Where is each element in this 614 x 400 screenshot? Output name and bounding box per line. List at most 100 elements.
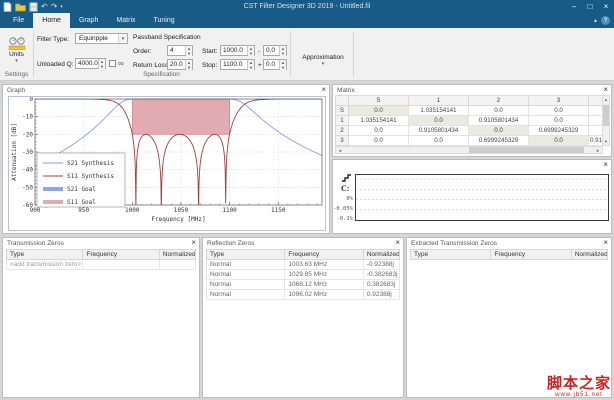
- spin-down-icon[interactable]: ▼: [280, 51, 286, 56]
- column-header[interactable]: Normalized: [363, 250, 399, 260]
- legend: S21 SynthesisS11 SynthesisS21 GoalS11 Go…: [37, 153, 125, 207]
- matrix-horizontal-scrollbar[interactable]: ◄►: [335, 146, 603, 154]
- order-label: Order:: [133, 48, 151, 55]
- approximation-button[interactable]: Approximation ▾: [294, 30, 352, 71]
- start-spinner[interactable]: 1000.0▲▼: [220, 45, 255, 56]
- matrix-panel-close-icon[interactable]: ×: [603, 85, 608, 95]
- matrix-vertical-scrollbar[interactable]: ▲▼: [602, 95, 610, 146]
- tab-graph[interactable]: Graph: [70, 13, 107, 28]
- column-header[interactable]: Normalized: [159, 250, 195, 260]
- column-header[interactable]: Frequency: [285, 250, 363, 260]
- matrix-cell[interactable]: 0.6999245329: [529, 126, 589, 136]
- close-button[interactable]: ×: [598, 0, 614, 13]
- matrix-cell[interactable]: 0.0: [529, 116, 589, 126]
- filter-type-combo[interactable]: Equiripple ▾: [75, 33, 128, 44]
- y-axis-title: Attenuation [dB]: [11, 123, 18, 181]
- transmission-zeros-close-icon[interactable]: ×: [191, 238, 196, 248]
- table-row[interactable]: Normal1068.12 MHz0.382683j: [207, 280, 400, 290]
- minimize-button[interactable]: –: [566, 0, 582, 13]
- stop-spinner[interactable]: 1100.0▲▼: [220, 59, 255, 70]
- extracted-transmission-zeros-close-icon[interactable]: ×: [603, 238, 608, 248]
- tab-tuning[interactable]: Tuning: [145, 13, 184, 28]
- maximize-button[interactable]: □: [582, 0, 598, 13]
- matrix-row-header[interactable]: 2: [336, 126, 349, 136]
- c-parameter-icon[interactable]: C:: [341, 184, 349, 193]
- graph-panel-close-icon[interactable]: ×: [321, 85, 326, 95]
- matrix-cell[interactable]: 0.0: [529, 136, 589, 146]
- tab-file[interactable]: File: [4, 13, 33, 28]
- table-cell: 1029.85 MHz: [285, 270, 363, 280]
- column-header[interactable]: Type: [207, 250, 285, 260]
- matrix-cell[interactable]: 1.035154141: [349, 116, 409, 126]
- return-loss-label: Return Loss:: [133, 62, 170, 69]
- matrix-row-header[interactable]: S: [336, 106, 349, 116]
- deviation-y-tick-label: -0.1%: [333, 216, 353, 222]
- table-row[interactable]: Normal1003.63 MHz-0.92388j: [207, 260, 400, 270]
- units-dropdown-icon: ▾: [15, 58, 18, 64]
- spin-down-icon[interactable]: ▼: [248, 51, 254, 56]
- unloaded-q-infinite-checkbox[interactable]: [109, 60, 116, 67]
- spin-down-icon[interactable]: ▼: [280, 65, 286, 70]
- column-header[interactable]: Frequency: [83, 250, 159, 260]
- reflection-zeros-panel: Reflection Zeros × TypeFrequencyNormaliz…: [202, 237, 404, 398]
- matrix-cell[interactable]: 0.9105801434: [469, 116, 529, 126]
- spin-down-icon[interactable]: ▼: [186, 65, 192, 70]
- scroll-up-icon[interactable]: ▲: [603, 96, 609, 103]
- table-row[interactable]: Normal1029.85 MHz-0.382683j: [207, 270, 400, 280]
- matrix-cell[interactable]: 0.0: [469, 106, 529, 116]
- matrix-cell[interactable]: 0.0: [349, 136, 409, 146]
- coupling-matrix-table: S123S0.01.0351541410.00.011.0351541410.0…: [335, 95, 604, 146]
- matrix-column-header[interactable]: 3: [529, 96, 589, 106]
- start-offset-spinner[interactable]: 0.0▲▼: [263, 45, 287, 56]
- table-row[interactable]: Normal1096.02 MHz0.92388j: [207, 290, 400, 300]
- matrix-row-header[interactable]: 3: [336, 136, 349, 146]
- tab-home[interactable]: Home: [33, 13, 70, 28]
- order-spinner[interactable]: 4▲▼: [167, 45, 193, 56]
- settings-group-label: Settings: [0, 71, 33, 78]
- help-icon[interactable]: ?: [601, 16, 610, 25]
- units-button[interactable]: Units ▾: [2, 30, 31, 68]
- collapse-ribbon-icon[interactable]: ▴: [594, 17, 597, 24]
- return-loss-spinner[interactable]: 20.0▲▼: [167, 59, 193, 70]
- approximation-button-label: Approximation: [302, 54, 344, 61]
- spin-down-icon[interactable]: ▼: [99, 64, 105, 69]
- column-header[interactable]: Type: [7, 250, 83, 260]
- spin-down-icon[interactable]: ▼: [186, 51, 192, 56]
- matrix-column-header[interactable]: 1: [409, 96, 469, 106]
- matrix-row-header[interactable]: 1: [336, 116, 349, 126]
- matrix-column-header[interactable]: 2: [469, 96, 529, 106]
- matrix-cell[interactable]: 0.0: [469, 126, 529, 136]
- x-axis-title: Frequency [MHz]: [151, 216, 205, 223]
- matrix-cell[interactable]: 1.035154141: [409, 106, 469, 116]
- matrix-cell[interactable]: 0.0: [529, 106, 589, 116]
- watermark-site-url: www.jb51.net: [547, 392, 611, 398]
- matrix-cell[interactable]: 0.6999245329: [469, 136, 529, 146]
- column-header[interactable]: Frequency: [491, 250, 571, 260]
- matrix-cell[interactable]: 0.0: [349, 126, 409, 136]
- stop-offset-spinner[interactable]: 0.0▲▼: [263, 59, 287, 70]
- scroll-left-icon[interactable]: ◄: [336, 147, 344, 153]
- unloaded-q-spinner[interactable]: 4000.0▲▼: [75, 58, 106, 69]
- tab-matrix[interactable]: Matrix: [107, 13, 144, 28]
- matrix-panel-title: Matrix: [337, 87, 355, 94]
- reflection-zeros-close-icon[interactable]: ×: [395, 238, 400, 248]
- table-cell: Normal: [207, 290, 285, 300]
- matrix-row: 11.0351541410.00.91058014340.0: [336, 116, 604, 126]
- matrix-cell[interactable]: 0.9105801434: [409, 126, 469, 136]
- column-header[interactable]: Normalized: [571, 250, 607, 260]
- scrollbar-thumb[interactable]: [469, 147, 584, 153]
- placeholder-row[interactable]: <add transmission zero>: [7, 260, 196, 270]
- matrix-cell[interactable]: 0.0: [409, 136, 469, 146]
- matrix-cell[interactable]: 0.0: [349, 106, 409, 116]
- step-response-icon[interactable]: [341, 173, 352, 182]
- matrix-column-header[interactable]: S: [349, 96, 409, 106]
- scroll-right-icon[interactable]: ►: [594, 147, 602, 153]
- matrix-cell[interactable]: 0.0: [409, 116, 469, 126]
- column-header[interactable]: Type: [411, 250, 491, 260]
- start-offset-operator: -: [258, 48, 260, 55]
- scrollbar-thumb[interactable]: [603, 105, 609, 126]
- spin-down-icon[interactable]: ▼: [248, 65, 254, 70]
- transmission-zeros-table: TypeFrequencyNormalized<add transmission…: [6, 249, 196, 270]
- deviation-panel-close-icon[interactable]: ×: [603, 160, 608, 170]
- scroll-down-icon[interactable]: ▼: [603, 138, 609, 145]
